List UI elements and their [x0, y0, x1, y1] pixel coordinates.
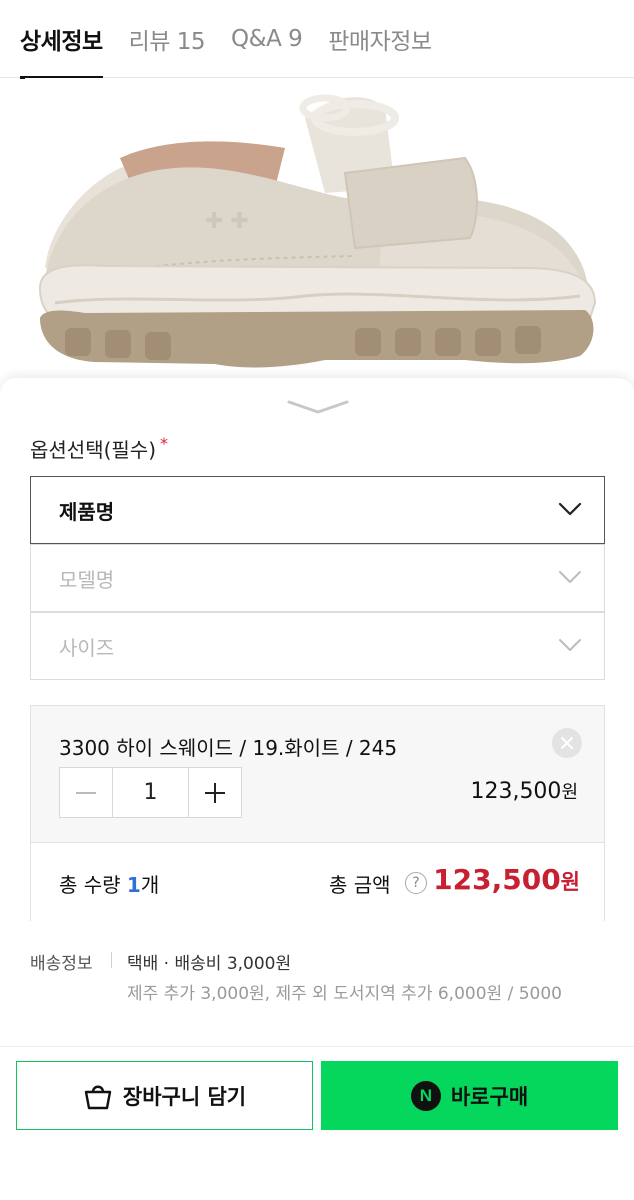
total-qty-suffix: 개 — [140, 873, 160, 897]
required-mark: * — [160, 434, 169, 453]
total-qty-number: 1 — [126, 873, 141, 897]
tab-reviews[interactable]: 리뷰 15 — [129, 0, 206, 78]
total-amount-unit: 원 — [560, 870, 580, 894]
select-model-name[interactable]: 모델명 — [30, 544, 605, 612]
shipping-sub: 제주 추가 3,000원, 제주 외 도서지역 추가 6,000원 / 5000 — [127, 984, 562, 1004]
quantity-value[interactable]: 1 — [113, 768, 188, 817]
tab-qna[interactable]: Q&A 9 — [231, 0, 303, 78]
close-icon — [561, 737, 573, 749]
add-to-cart-label: 장바구니 담기 — [122, 1084, 247, 1109]
select-size[interactable]: 사이즈 — [30, 612, 605, 680]
sheet-collapse-icon[interactable] — [287, 396, 349, 416]
divider — [111, 952, 112, 968]
quantity-decrease-button[interactable] — [60, 768, 113, 817]
chevron-down-icon — [559, 571, 581, 583]
select-label: 제품명 — [59, 499, 115, 524]
svg-text:✚ ✚: ✚ ✚ — [205, 209, 249, 234]
option-title: 옵션선택(필수) * — [30, 434, 168, 463]
divider — [0, 1046, 634, 1047]
item-price-value: 123,500 — [470, 779, 562, 804]
product-image: ✚ ✚ — [25, 78, 608, 383]
naver-pay-logo-icon: N — [410, 1080, 441, 1111]
item-price: 123,500원 — [470, 778, 578, 804]
remove-item-button[interactable] — [552, 728, 582, 758]
shipping-main: 택배 · 배송비 3,000원 — [127, 954, 292, 974]
select-label: 사이즈 — [59, 635, 115, 660]
sneaker-image: ✚ ✚ — [38, 94, 597, 368]
select-label: 모델명 — [59, 567, 115, 592]
tab-seller-info[interactable]: 판매자정보 — [328, 0, 432, 78]
chevron-down-icon — [559, 639, 581, 651]
selected-item-name: 3300 하이 스웨이드 / 19.화이트 / 245 — [59, 736, 398, 760]
option-sheet: 옵션선택(필수) * 제품명 모델명 사이즈 3300 하이 스웨이드 / 19.… — [0, 378, 634, 1200]
select-product-name[interactable]: 제품명 — [30, 476, 605, 544]
buy-now-button[interactable]: N 바로구매 — [321, 1061, 618, 1130]
total-amount-label: 총 금액 — [329, 873, 391, 897]
shopping-bag-icon — [84, 1085, 112, 1109]
total-amount: 123,500원 — [433, 863, 580, 896]
tab-bar: 상세정보 리뷰 15 Q&A 9 판매자정보 — [0, 0, 634, 79]
shipping-label: 배송정보 — [30, 954, 93, 974]
total-amount-value: 123,500 — [433, 863, 561, 896]
tab-detail[interactable]: 상세정보 — [20, 0, 103, 79]
total-quantity: 총 수량 1개 — [59, 869, 159, 898]
buy-now-label: 바로구매 — [450, 1084, 529, 1109]
selected-item-box: 3300 하이 스웨이드 / 19.화이트 / 245 1 123,500원 총… — [30, 705, 605, 921]
help-icon[interactable]: ? — [405, 872, 427, 894]
add-to-cart-button[interactable]: 장바구니 담기 — [16, 1061, 313, 1130]
quantity-stepper: 1 — [59, 767, 242, 818]
chevron-down-icon — [558, 502, 582, 516]
total-row: 총 수량 1개 총 금액 ? 123,500원 — [31, 843, 604, 921]
minus-icon — [76, 791, 96, 794]
item-price-unit: 원 — [561, 782, 578, 803]
total-qty-prefix: 총 수량 — [59, 873, 127, 897]
plus-icon — [205, 782, 225, 803]
option-title-text: 옵션선택(필수) — [30, 438, 157, 462]
quantity-increase-button[interactable] — [188, 768, 241, 817]
